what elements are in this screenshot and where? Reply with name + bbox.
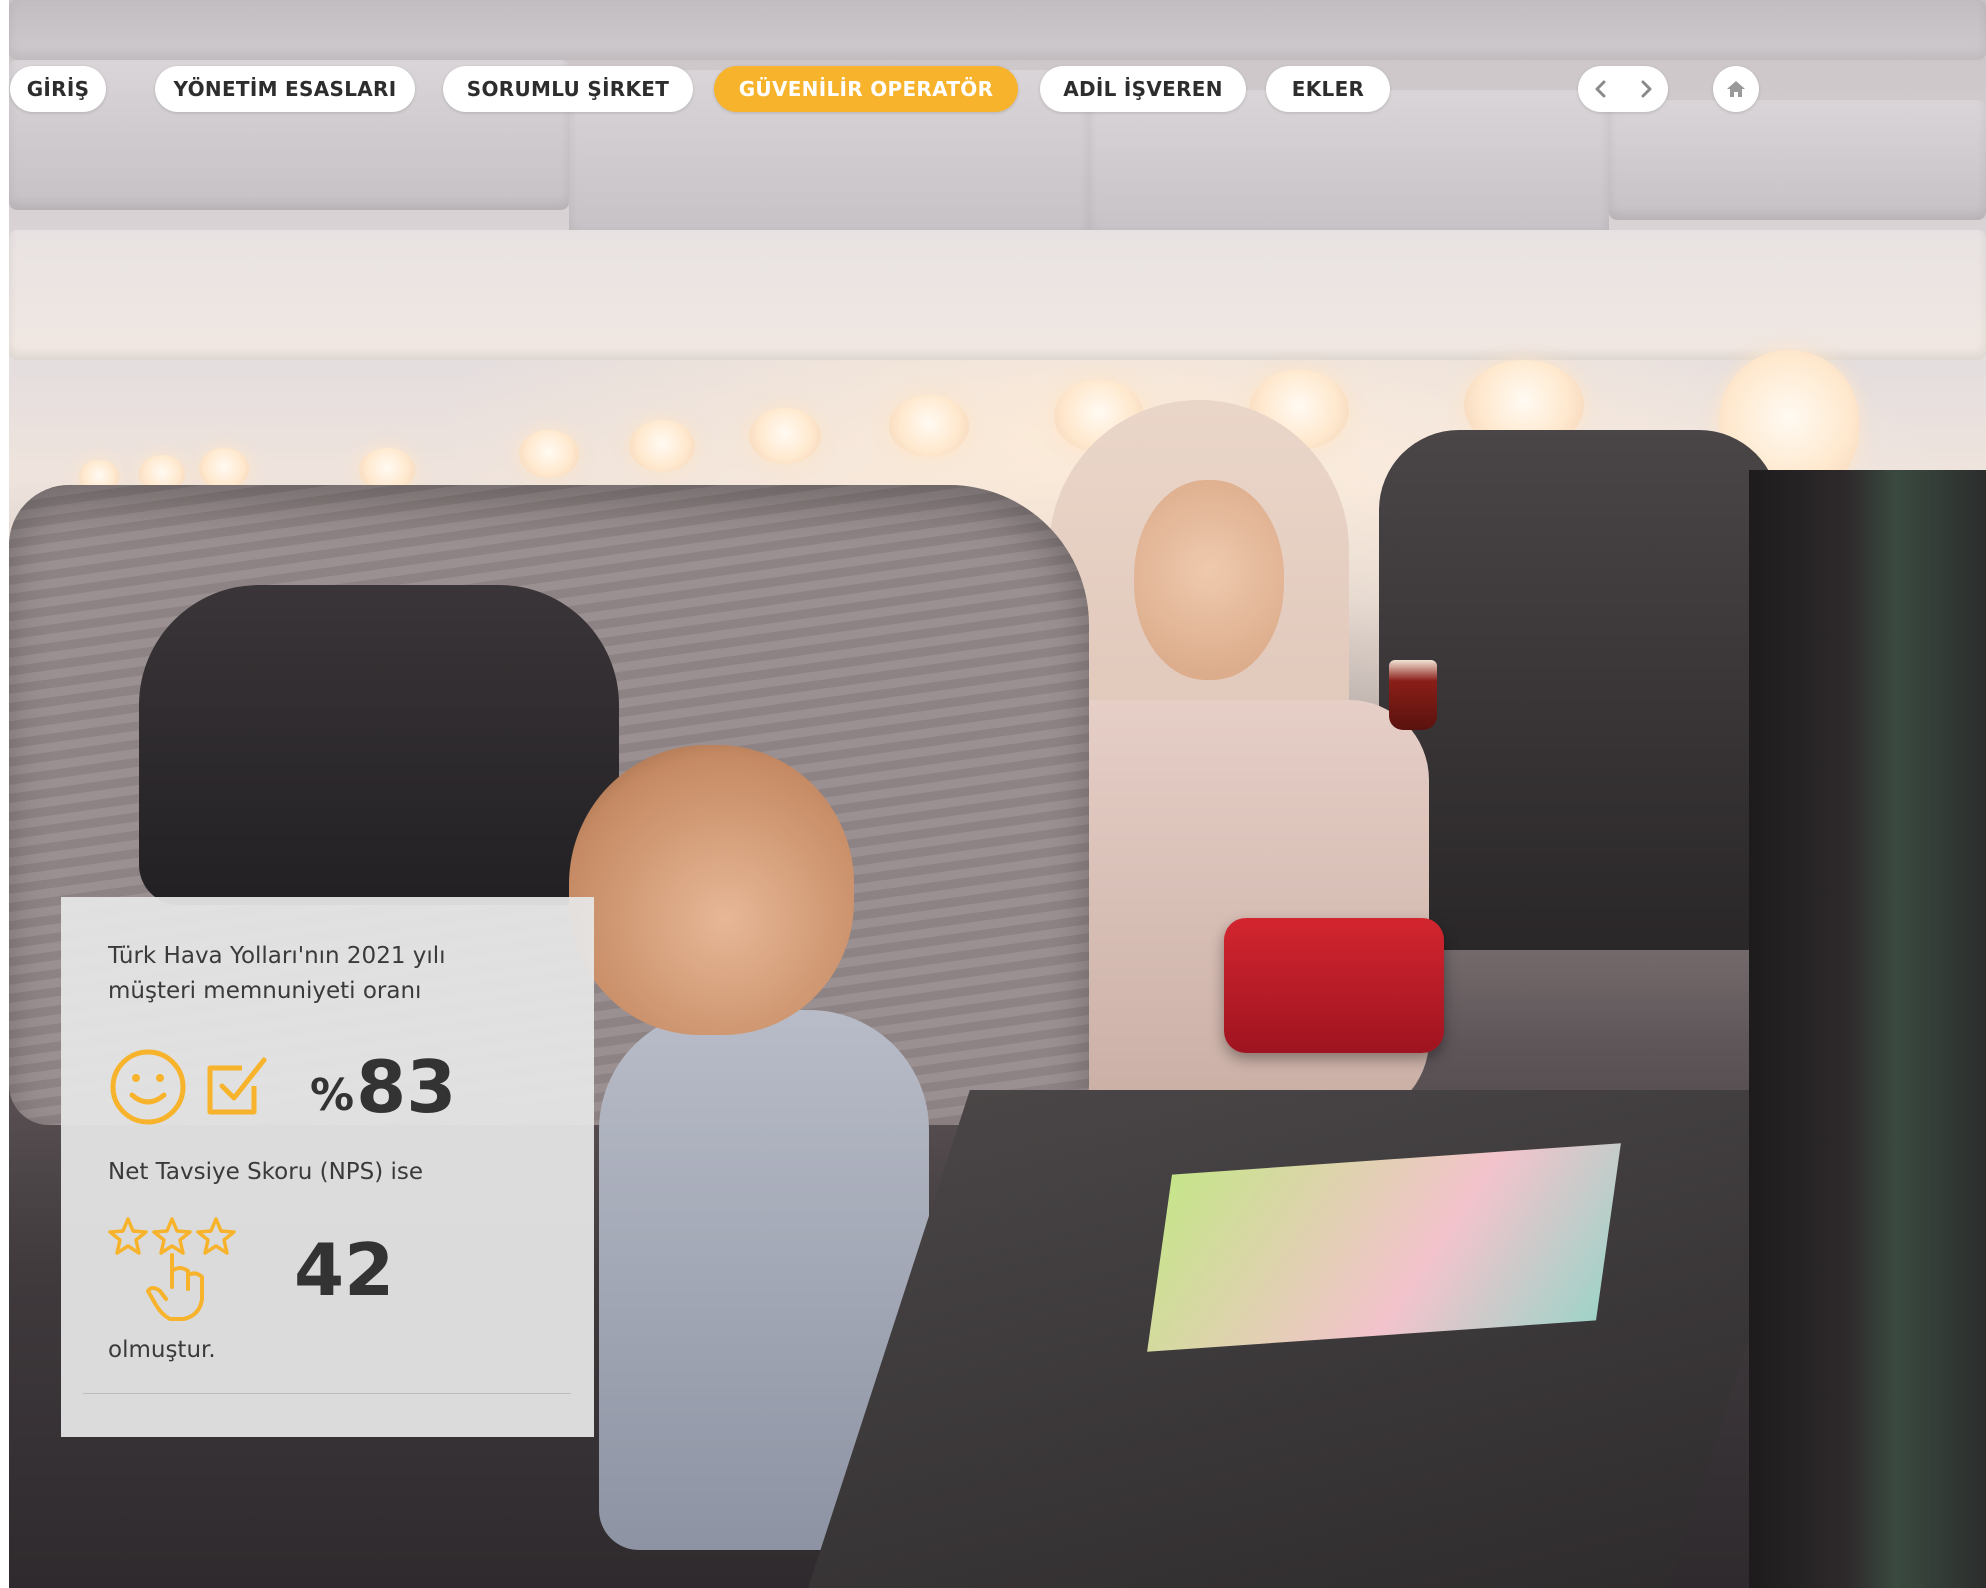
cabin-window <box>519 430 579 478</box>
cabin-window <box>629 420 695 472</box>
nps-value: 42 <box>294 1228 395 1312</box>
percent-sign: % <box>310 1069 355 1121</box>
card-divider <box>83 1393 571 1394</box>
seat-headrest <box>139 585 619 905</box>
chevron-left-icon[interactable] <box>1586 74 1616 104</box>
chevron-right-icon[interactable] <box>1631 74 1661 104</box>
nav-item-sorumlu-sirket[interactable]: SORUMLU ŞİRKET <box>443 66 693 112</box>
checkbox-icon <box>207 1057 267 1115</box>
kids-magazine <box>1147 1143 1621 1352</box>
overhead-bin <box>1089 90 1609 240</box>
overhead-bin-row <box>9 230 1986 360</box>
nps-stat: 42 <box>108 1215 394 1325</box>
card-intro: Türk Hava Yolları'nın 2021 yılı müşteri … <box>108 939 538 1009</box>
card-intro-line2: müşteri memnuniyeti oranı <box>108 978 422 1004</box>
cabin-window <box>199 448 249 490</box>
stars-rating-icon <box>108 1217 236 1321</box>
card-closing-text: olmuştur. <box>108 1337 216 1363</box>
card-intro-line1: Türk Hava Yolları'nın 2021 yılı <box>108 943 446 969</box>
nav-item-giris[interactable]: GİRİŞ <box>10 66 106 112</box>
nav-item-ekler[interactable]: EKLER <box>1266 66 1390 112</box>
satisfaction-stat: % 83 <box>108 1047 456 1127</box>
smiley-icon <box>110 1049 186 1125</box>
cabin-window <box>889 395 969 457</box>
tea-glass <box>1389 660 1437 730</box>
seat-monitor <box>1749 470 1986 1588</box>
nav-item-guvenilir-operator[interactable]: GÜVENİLİR OPERATÖR <box>714 66 1018 112</box>
cabin-window <box>749 408 821 464</box>
ceiling <box>9 0 1986 60</box>
overhead-bin <box>1609 100 1986 220</box>
home-icon <box>1727 81 1745 97</box>
woman-face <box>1134 480 1284 680</box>
satisfaction-value: 83 <box>356 1045 457 1129</box>
home-button[interactable] <box>1713 66 1759 112</box>
nav-item-adil-isveren[interactable]: ADİL İŞVEREN <box>1040 66 1246 112</box>
nps-label: Net Tavsiye Skoru (NPS) ise <box>108 1159 424 1185</box>
nav-item-yonetim-esaslari[interactable]: YÖNETİM ESASLARI <box>155 66 415 112</box>
business-seat-far <box>1379 430 1779 950</box>
page-arrows <box>1578 66 1668 112</box>
customer-satisfaction-card: Türk Hava Yolları'nın 2021 yılı müşteri … <box>61 897 594 1437</box>
child-figure <box>569 745 854 1035</box>
red-handbag <box>1224 918 1444 1053</box>
